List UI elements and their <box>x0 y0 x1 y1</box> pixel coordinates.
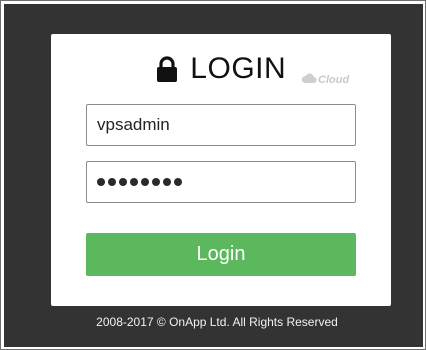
login-card: LOGIN Cloud Login <box>51 34 391 306</box>
password-mask <box>97 178 182 186</box>
lock-icon <box>156 56 178 87</box>
password-dot <box>108 178 116 186</box>
page-backdrop: LOGIN Cloud Login 2008-2017 © OnApp Ltd.… <box>4 4 423 347</box>
password-dot <box>141 178 149 186</box>
password-dot <box>152 178 160 186</box>
login-button[interactable]: Login <box>86 233 356 276</box>
cloud-brand-logo: Cloud <box>301 70 361 90</box>
password-dot <box>97 178 105 186</box>
password-dot <box>119 178 127 186</box>
footer-copyright: 2008-2017 © OnApp Ltd. All Rights Reserv… <box>96 315 338 329</box>
window-frame: LOGIN Cloud Login 2008-2017 © OnApp Ltd.… <box>0 0 426 350</box>
login-title: LOGIN <box>190 52 287 85</box>
password-dot <box>163 178 171 186</box>
brand-text: Cloud <box>318 74 350 86</box>
password-input[interactable] <box>86 161 356 203</box>
cloud-icon <box>301 71 317 89</box>
username-input[interactable] <box>86 104 356 146</box>
password-dot <box>130 178 138 186</box>
password-dot <box>174 178 182 186</box>
